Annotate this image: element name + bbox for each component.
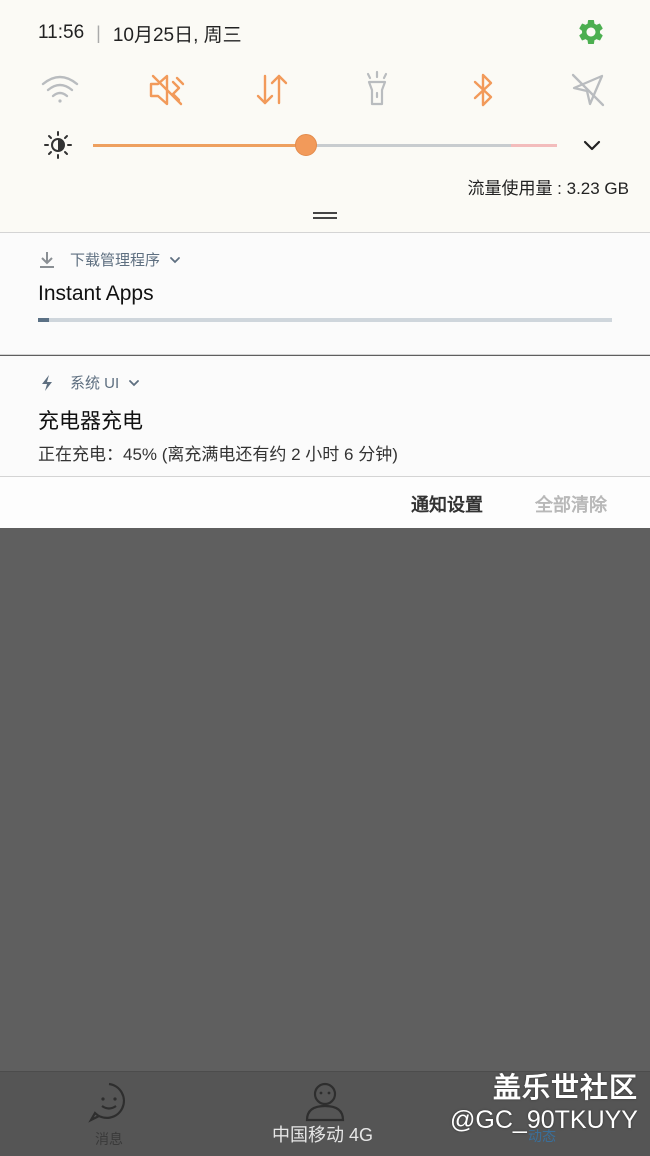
brightness-icon	[44, 131, 72, 159]
lightning-icon	[42, 374, 52, 391]
charging-notification[interactable]: 系统 UI 充电器充电 正在充电：45% (离充满电还有约 2 小时 6 分钟)	[0, 356, 650, 477]
notification-title: 充电器充电	[38, 410, 143, 433]
tab-messages[interactable]: 消息	[84, 1080, 134, 1149]
data-usage-text: 流量使用量 : 3.23 GB	[467, 179, 629, 198]
profile-icon[interactable]	[303, 1080, 347, 1124]
expand-chevron-icon[interactable]	[127, 376, 141, 390]
drag-handle[interactable]	[313, 212, 337, 220]
mobile-data-icon[interactable]	[252, 70, 292, 110]
notification-title: Instant Apps	[38, 282, 154, 305]
notification-app-name: 系统 UI	[70, 375, 120, 392]
notification-actions: 通知设置 全部清除	[0, 477, 650, 528]
clock: 11:56	[38, 22, 85, 43]
tab-label: 消息	[95, 1131, 123, 1147]
slider-track-end	[511, 144, 557, 147]
status-separator: |	[96, 22, 101, 43]
flashlight-icon[interactable]	[357, 70, 397, 110]
watermark-title: 盖乐世社区	[492, 1072, 638, 1103]
slider-thumb[interactable]	[295, 134, 317, 156]
message-face-icon	[88, 1082, 125, 1123]
download-progress-bar	[38, 318, 612, 322]
notification-app-row: 下载管理程序	[38, 249, 182, 270]
download-notification[interactable]: 下载管理程序 Instant Apps	[0, 232, 650, 355]
quick-panel: 11:56 | 10月25日, 周三 流量使用量: 3.23 GB	[0, 0, 650, 232]
slider-fill	[93, 144, 306, 147]
brightness-slider[interactable]	[93, 134, 557, 156]
download-progress-fill	[38, 318, 50, 322]
expand-chevron-icon[interactable]	[168, 253, 182, 267]
date: 10月25日, 周三	[112, 24, 242, 46]
chevron-down-icon[interactable]	[580, 134, 604, 158]
settings-gear-icon[interactable]	[576, 17, 606, 47]
watermark-handle: @GC_90TKUYY	[450, 1106, 638, 1134]
notification-text: 正在充电：45% (离充满电还有约 2 小时 6 分钟)	[38, 445, 398, 464]
notification-settings-button[interactable]: 通知设置	[411, 491, 483, 517]
mute-icon[interactable]	[147, 70, 187, 110]
status-row: 11:56 | 10月25日, 周三	[38, 18, 242, 48]
download-icon	[40, 251, 54, 268]
notification-app-name: 下载管理程序	[70, 252, 161, 269]
notification-app-row: 系统 UI	[38, 372, 141, 393]
airplane-mode-icon[interactable]	[568, 70, 608, 110]
wifi-icon[interactable]	[40, 70, 80, 110]
carrier-label: 中国移动 4G	[272, 1125, 374, 1145]
clear-all-button[interactable]: 全部清除	[535, 491, 607, 517]
bluetooth-icon[interactable]	[463, 70, 503, 110]
